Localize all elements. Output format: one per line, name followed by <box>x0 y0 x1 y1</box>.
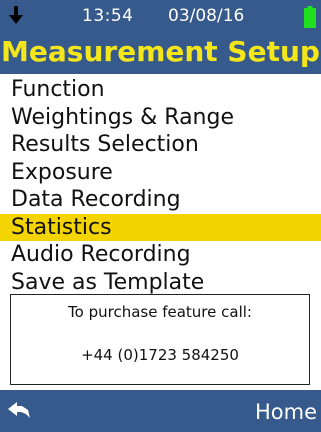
menu-item-exposure[interactable]: Exposure <box>0 159 321 187</box>
clock-time: 13:54 <box>82 6 134 26</box>
menu-item-data-recording[interactable]: Data Recording <box>0 186 321 214</box>
menu-item-audio-recording[interactable]: Audio Recording <box>0 241 321 269</box>
back-arrow-icon[interactable] <box>8 402 32 420</box>
phone-number: +44 (0)1723 584250 <box>81 346 239 364</box>
down-arrow-icon <box>9 6 23 24</box>
menu-item-results-selection[interactable]: Results Selection <box>0 131 321 159</box>
home-button[interactable]: Home <box>255 400 317 424</box>
battery-icon <box>304 6 316 28</box>
menu-item-save-as-template[interactable]: Save as Template <box>0 269 321 297</box>
menu-item-weightings-range[interactable]: Weightings & Range <box>0 104 321 132</box>
page-title: Measurement Setup <box>1 35 320 68</box>
menu-item-function[interactable]: Function <box>0 76 321 104</box>
header-bar: 13:54 03/08/16 Measurement Setup <box>0 0 321 74</box>
settings-menu: Function Weightings & Range Results Sele… <box>0 76 321 296</box>
purchase-info-dialog: To purchase feature call: +44 (0)1723 58… <box>10 294 310 385</box>
footer-bar: Home <box>0 390 321 432</box>
status-bar: 13:54 03/08/16 <box>0 0 321 34</box>
clock-date: 03/08/16 <box>168 6 245 26</box>
purchase-message: To purchase feature call: <box>68 303 252 321</box>
menu-item-statistics[interactable]: Statistics <box>0 213 321 241</box>
